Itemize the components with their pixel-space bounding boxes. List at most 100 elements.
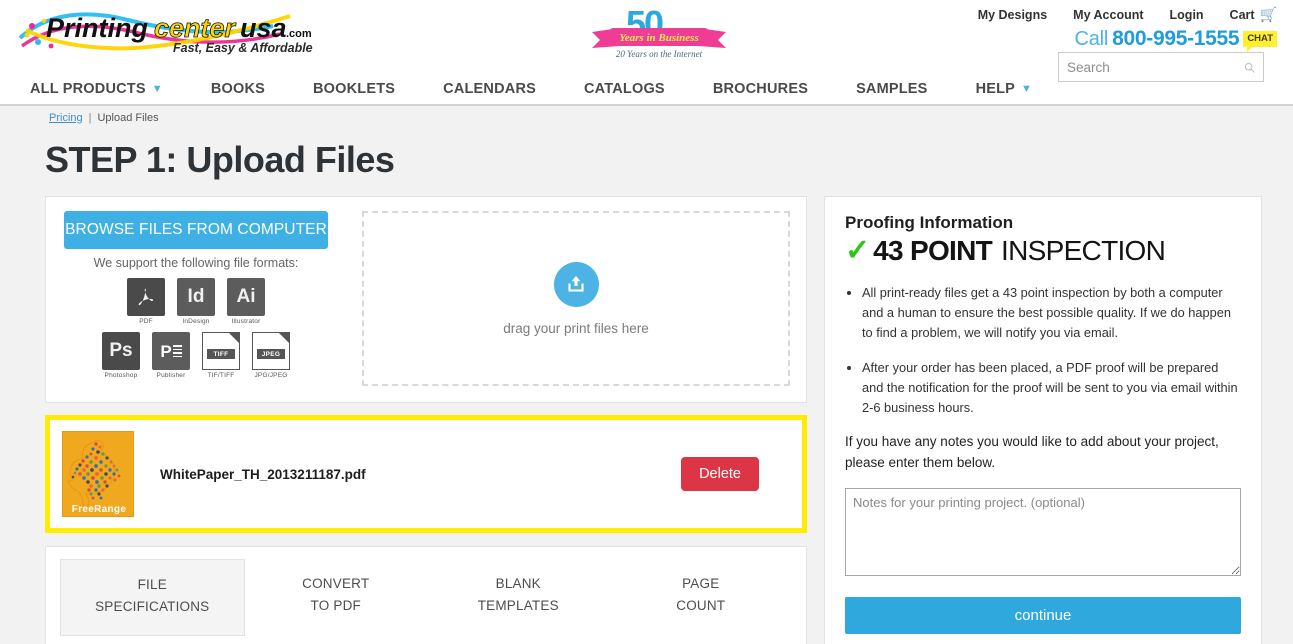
list-item: After your order has been placed, a PDF … — [862, 358, 1241, 419]
nav-item-catalogs[interactable]: CATALOGS — [584, 81, 713, 97]
nav-label: CALENDARS — [443, 81, 536, 97]
tab-file-specifications[interactable]: FILE SPECIFICATIONS — [60, 559, 245, 636]
cart-label: Cart — [1229, 7, 1255, 22]
tab-convert-to-pdf[interactable]: CONVERT TO PDF — [245, 559, 428, 636]
nav-my-designs[interactable]: My Designs — [978, 8, 1047, 22]
main-nav: ALL PRODUCTS ▼ BOOKS BOOKLETS CALENDARS … — [0, 52, 1293, 106]
proofing-bullets: All print-ready files get a 43 point ins… — [862, 283, 1241, 418]
tiff-tag: TIFF — [207, 349, 235, 359]
file-name: WhitePaper_TH_2013211187.pdf — [160, 466, 366, 482]
browse-files-button[interactable]: BROWSE FILES FROM COMPUTER — [64, 211, 328, 249]
acrobat-glyph — [138, 288, 154, 306]
project-notes-input[interactable] — [845, 488, 1241, 577]
format-label: PDF — [139, 318, 153, 325]
search-box[interactable] — [1058, 52, 1264, 82]
tab-page-count[interactable]: PAGE COUNT — [610, 559, 793, 636]
nav-cart[interactable]: Cart 🛒 — [1230, 6, 1277, 23]
nav-login[interactable]: Login — [1170, 8, 1204, 22]
file-thumbnail: FreeRange — [62, 431, 134, 517]
nav-my-account[interactable]: My Account — [1073, 8, 1143, 22]
tab-line1: FILE — [137, 577, 167, 592]
continue-button[interactable]: continue — [845, 597, 1241, 635]
phone-number[interactable]: 800-995-1555 — [1112, 27, 1239, 51]
nav-item-calendars[interactable]: CALENDARS — [443, 81, 584, 97]
svg-text:center: center — [154, 13, 237, 43]
format-tiff[interactable]: TIFF TIF/TIFF — [201, 332, 241, 379]
nav-label: CATALOGS — [584, 81, 665, 97]
badge-artwork: 50 Years in Business 20 Years on the Int… — [592, 3, 726, 59]
search-input[interactable] — [1067, 59, 1244, 75]
tab-line2: SPECIFICATIONS — [95, 599, 210, 615]
uploaded-file-row: FreeRange WhitePaper_TH_2013211187.pdf D… — [45, 415, 807, 533]
main-content: BROWSE FILES FROM COMPUTER We support th… — [0, 196, 1293, 644]
inspection-light: INSPECTION — [1001, 235, 1166, 266]
upload-arrow-icon — [568, 276, 584, 292]
indesign-icon: Id — [177, 278, 215, 316]
tab-line1: CONVERT — [302, 576, 370, 591]
tab-blank-templates[interactable]: BLANK TEMPLATES — [427, 559, 610, 636]
jpeg-tag: JPEG — [257, 349, 285, 359]
upload-options: BROWSE FILES FROM COMPUTER We support th… — [62, 211, 344, 386]
nav-item-list: ALL PRODUCTS ▼ BOOKS BOOKLETS CALENDARS … — [30, 72, 1058, 106]
upload-panel: BROWSE FILES FROM COMPUTER We support th… — [45, 196, 807, 403]
nav-item-brochures[interactable]: BROCHURES — [713, 81, 856, 97]
tab-line2: TEMPLATES — [477, 598, 559, 614]
jpeg-icon: JPEG — [252, 332, 290, 370]
format-photoshop[interactable]: Ps Photoshop — [101, 332, 141, 379]
logo-artwork: Printing center usa .com Fast, Easy & Af… — [18, 12, 313, 55]
left-column: BROWSE FILES FROM COMPUTER We support th… — [45, 196, 807, 644]
format-illustrator[interactable]: Ai Illustrator — [226, 278, 266, 325]
search-icon — [1244, 62, 1255, 73]
publisher-lines — [172, 345, 182, 357]
chevron-down-icon: ▼ — [1021, 83, 1033, 95]
format-label: TIF/TIFF — [207, 372, 235, 379]
format-label: Illustrator — [231, 318, 261, 325]
nav-item-all-products[interactable]: ALL PRODUCTS ▼ — [30, 81, 211, 97]
list-item: All print-ready files get a 43 point ins… — [862, 283, 1241, 344]
breadcrumb-separator: | — [88, 111, 92, 124]
nav-item-help[interactable]: HELP ▼ — [976, 81, 1059, 97]
format-pdf[interactable]: PDF — [126, 278, 166, 325]
publisher-glyph: P — [160, 341, 172, 361]
publisher-icon: P — [152, 332, 190, 370]
format-row-2: Ps Photoshop P Publisher TIFF TIF/TIFF J… — [64, 332, 328, 379]
nav-label: BOOKLETS — [312, 81, 396, 97]
svg-text:.com: .com — [286, 28, 312, 40]
file-dropzone[interactable]: drag your print files here — [362, 211, 790, 386]
nav-label: HELP — [975, 81, 1016, 97]
right-column: Proofing Information ✓ 43 POINT INSPECTI… — [824, 196, 1262, 644]
rooster-artwork: FreeRange — [63, 432, 133, 516]
proofing-panel: Proofing Information ✓ 43 POINT INSPECTI… — [824, 196, 1262, 644]
format-icon-grid: PDF Id InDesign Ai Illustrator Ps Photos… — [64, 278, 328, 379]
pdf-icon — [127, 278, 165, 316]
svg-text:Years in Business: Years in Business — [619, 32, 698, 44]
nav-item-booklets[interactable]: BOOKLETS — [313, 81, 443, 97]
breadcrumb-pricing-link[interactable]: Pricing — [49, 112, 83, 124]
nav-label: ALL PRODUCTS — [30, 81, 146, 97]
format-publisher[interactable]: P Publisher — [151, 332, 191, 379]
nav-label: BOOKS — [210, 81, 265, 97]
nav-item-samples[interactable]: SAMPLES — [856, 81, 976, 97]
utility-nav: My Designs My Account Login Cart 🛒 — [978, 6, 1277, 23]
cart-icon: 🛒 — [1259, 6, 1277, 22]
svg-text:Printing: Printing — [46, 13, 148, 43]
supported-formats-label: We support the following file formats: — [93, 256, 299, 270]
format-indesign[interactable]: Id InDesign — [176, 278, 216, 325]
svg-text:FreeRange: FreeRange — [72, 504, 127, 515]
site-logo[interactable]: Printing center usa .com Fast, Easy & Af… — [18, 4, 318, 64]
nav-item-books[interactable]: BOOKS — [211, 81, 313, 97]
dropzone-label: drag your print files here — [503, 320, 649, 336]
chat-button[interactable]: CHAT — [1243, 31, 1277, 52]
info-tabs: FILE SPECIFICATIONS CONVERT TO PDF BLANK… — [60, 559, 792, 636]
tab-line2: COUNT — [676, 598, 726, 614]
format-jpeg[interactable]: JPEG JPG/JPEG — [251, 332, 291, 379]
delete-file-button[interactable]: Delete — [681, 457, 759, 491]
upload-icon — [553, 261, 599, 307]
tiff-icon: TIFF — [202, 332, 240, 370]
format-label: JPG/JPEG — [254, 372, 288, 379]
chevron-down-icon: ▼ — [151, 83, 163, 95]
tab-line2: TO PDF — [310, 598, 361, 614]
format-row-1: PDF Id InDesign Ai Illustrator — [64, 278, 328, 325]
tab-line1: BLANK — [495, 576, 541, 591]
phone-block: Call 800-995-1555 CHAT — [1074, 27, 1277, 52]
